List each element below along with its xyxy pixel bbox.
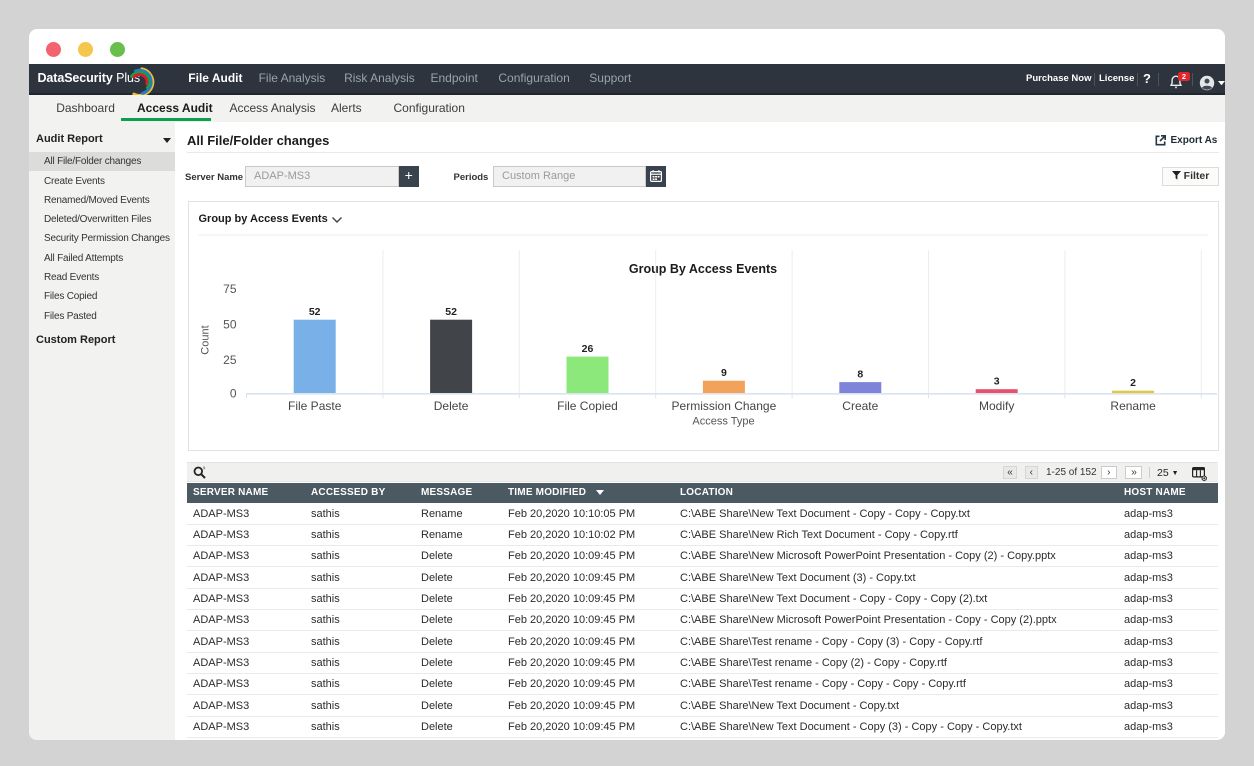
svg-text:50: 50 — [223, 317, 237, 331]
svg-text:Access Type: Access Type — [692, 415, 754, 427]
svg-text:Delete: Delete — [433, 399, 468, 413]
svg-text:Count: Count — [199, 325, 211, 354]
svg-text:9: 9 — [720, 367, 726, 379]
svg-text:Create: Create — [842, 399, 878, 413]
svg-text:0: 0 — [229, 386, 236, 400]
svg-text:75: 75 — [223, 281, 237, 295]
svg-text:25: 25 — [223, 353, 237, 367]
svg-text:26: 26 — [581, 343, 593, 355]
svg-text:Group By Access Events: Group By Access Events — [628, 262, 776, 276]
svg-text:Permission Change: Permission Change — [671, 399, 776, 413]
svg-text:File Paste: File Paste — [288, 399, 342, 413]
svg-text:52: 52 — [308, 306, 320, 318]
svg-text:3: 3 — [993, 375, 999, 387]
svg-text:Modify: Modify — [979, 399, 1014, 413]
svg-text:Rename: Rename — [1110, 399, 1156, 413]
svg-text:Group by Access Events: Group by Access Events — [198, 213, 327, 225]
svg-text:File Copied: File Copied — [557, 399, 618, 413]
svg-text:8: 8 — [857, 368, 863, 380]
svg-text:52: 52 — [445, 306, 457, 318]
svg-text:2: 2 — [1130, 377, 1136, 389]
